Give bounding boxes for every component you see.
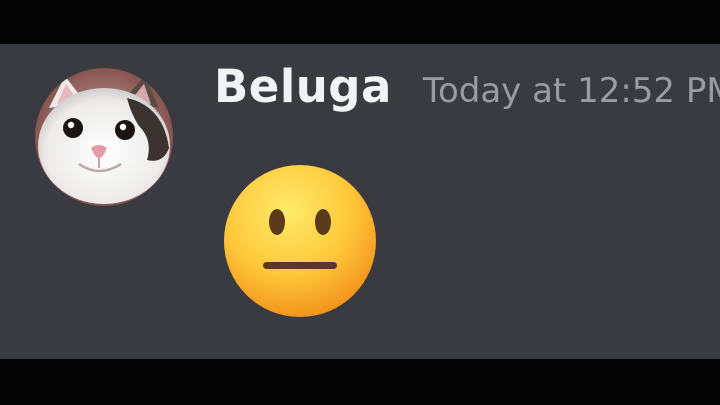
neutral-face-icon bbox=[224, 165, 376, 317]
letterbox-bottom bbox=[0, 359, 720, 405]
letterbox-top bbox=[0, 0, 720, 44]
timestamp: Today at 12:52 PM bbox=[422, 71, 720, 111]
video-frame: Beluga Today at 12:52 PM bbox=[0, 0, 720, 405]
user-avatar[interactable] bbox=[35, 68, 173, 206]
message-emoji bbox=[221, 162, 379, 320]
username[interactable]: Beluga bbox=[214, 60, 392, 113]
chat-message: Beluga Today at 12:52 PM bbox=[0, 44, 720, 359]
cat-avatar-icon bbox=[35, 68, 173, 206]
message-header: Beluga Today at 12:52 PM bbox=[214, 60, 720, 113]
